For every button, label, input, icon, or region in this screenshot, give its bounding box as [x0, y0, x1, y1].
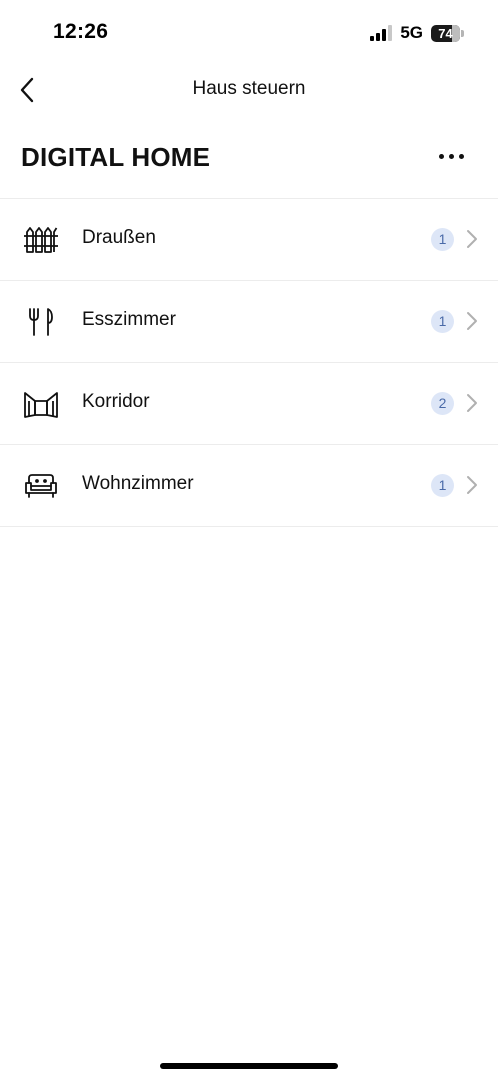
- home-indicator[interactable]: [160, 1063, 338, 1069]
- chevron-right-icon: [467, 312, 477, 330]
- device-count-badge: 1: [431, 228, 454, 251]
- device-count-badge: 1: [431, 474, 454, 497]
- room-row-korridor[interactable]: Korridor 2: [0, 363, 498, 445]
- chevron-right-icon: [467, 230, 477, 248]
- status-indicators: 5G 74: [370, 22, 464, 44]
- more-horizontal-icon-dot: [458, 153, 464, 159]
- navigation-bar: Haus steuern: [0, 66, 498, 114]
- room-name: Korridor: [82, 391, 150, 412]
- room-name: Esszimmer: [82, 309, 176, 330]
- status-time: 12:26: [53, 20, 109, 43]
- chevron-right-icon: [467, 394, 477, 412]
- more-options-button[interactable]: [434, 142, 468, 170]
- room-row-wohnzimmer[interactable]: Wohnzimmer 1: [0, 445, 498, 527]
- more-horizontal-icon-dot: [438, 153, 444, 159]
- device-count-badge: 1: [431, 310, 454, 333]
- corridor-icon: [22, 387, 60, 421]
- room-name: Wohnzimmer: [82, 473, 194, 494]
- room-list: Draußen 1 Esszimmer 1 Korridor 2 Wohnzim…: [0, 198, 498, 527]
- sofa-icon: [22, 469, 60, 503]
- battery-percentage: 74: [438, 25, 453, 41]
- room-name: Draußen: [82, 227, 156, 248]
- status-bar: 12:26 5G 74: [0, 0, 498, 66]
- more-horizontal-icon-dot: [448, 153, 454, 159]
- cellular-signal-icon: [370, 25, 393, 41]
- battery-cap: [461, 29, 464, 37]
- network-type: 5G: [400, 23, 423, 42]
- home-title: DIGITAL HOME: [21, 142, 211, 172]
- battery-icon: 74: [431, 24, 460, 42]
- chevron-right-icon: [467, 476, 477, 494]
- home-header: DIGITAL HOME: [0, 128, 498, 184]
- room-row-draussen[interactable]: Draußen 1: [0, 199, 498, 281]
- fork-knife-icon: [22, 305, 60, 339]
- device-count-badge: 2: [431, 392, 454, 415]
- room-row-esszimmer[interactable]: Esszimmer 1: [0, 281, 498, 363]
- fence-icon: [22, 223, 60, 257]
- page-title: Haus steuern: [192, 78, 306, 99]
